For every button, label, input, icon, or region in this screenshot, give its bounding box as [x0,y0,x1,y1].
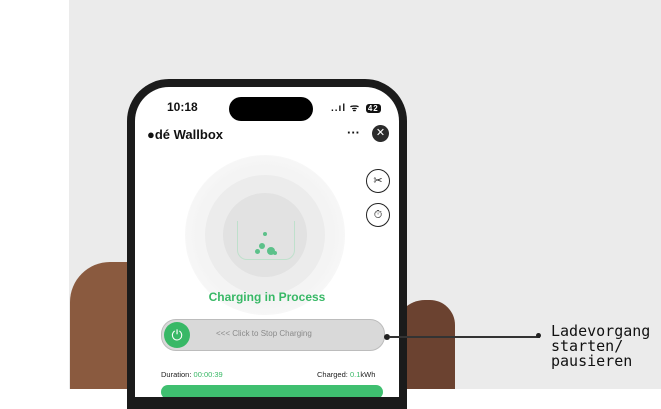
signal-icon: ..ıl [331,103,347,114]
power-icon[interactable]: ⏻ [164,322,190,348]
callout-label: Ladevorgang starten/ pausieren [551,322,651,370]
bottom-green-bar [161,385,383,397]
phone-screen: 10:18 ..ıl ᯤ 42 ●dé Wallbox ··· ✕ ✂ ⏱ Ch… [135,87,399,397]
wifi-icon: ᯤ [349,103,361,114]
stop-charging-slider[interactable]: ⏻ <<< Click to Stop Charging [161,319,385,351]
charging-status: Charging in Process [208,290,326,304]
duration-readout: Duration: 00:00:39 [161,370,223,379]
timer-button[interactable]: ⏱ [366,203,390,227]
status-icons: ..ıl ᯤ 42 [331,100,381,114]
callout-line [390,336,540,338]
close-button[interactable]: ✕ [372,125,389,142]
tools-button[interactable]: ✂ [366,169,390,193]
slider-label: <<< Click to Stop Charging [216,329,312,338]
app-title: ●dé Wallbox [147,127,223,142]
bubble [263,232,267,236]
bubble [273,251,277,255]
battery-icon: 42 [365,104,381,113]
bubble [255,249,260,254]
dynamic-island [229,97,313,121]
charged-readout: Charged: 0.1kWh [317,370,376,379]
callout-end-dot [536,333,541,338]
charged-value: 0.1 [349,370,361,379]
bulb-icon: ● [147,127,155,142]
more-menu-button[interactable]: ··· [347,125,360,140]
status-time: 10:18 [167,100,198,114]
charged-unit: kWh [360,370,376,379]
duration-value: 00:00:39 [193,370,223,379]
bubble [259,243,265,249]
charging-tank-icon [237,221,295,260]
